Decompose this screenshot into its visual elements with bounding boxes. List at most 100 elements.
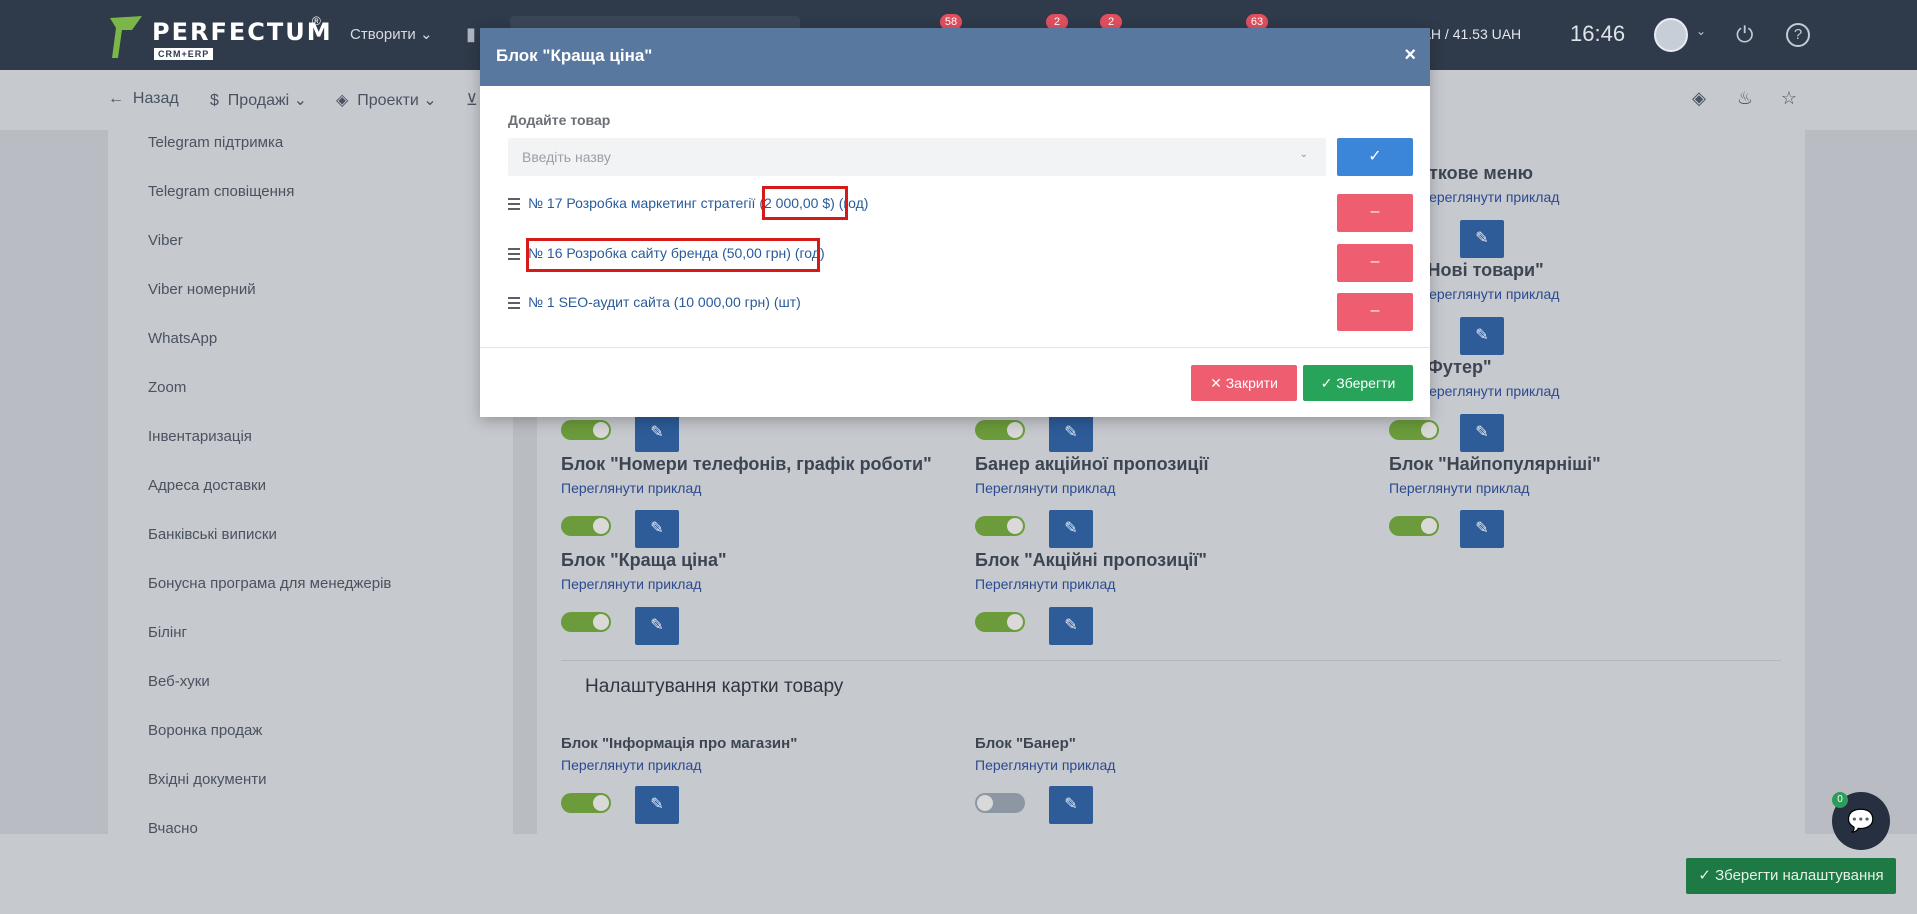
chevron-down-icon: ⌄ [1299, 149, 1308, 160]
chevron-down-icon: ⌄ [418, 92, 437, 109]
save-settings-button[interactable]: ✓ Зберегти налаштування [1686, 858, 1896, 894]
sidebar-item-bank-statements[interactable]: Банківські виписки [148, 526, 277, 543]
block-title-best-price: Блок "Краща ціна" [561, 550, 727, 570]
dollar-icon: $ [210, 92, 228, 109]
sidebar-item-delivery-address[interactable]: Адреса доставки [148, 477, 266, 494]
sidebar-item-inventory[interactable]: Інвентаризація [148, 428, 252, 445]
edit-button[interactable]: ✎ [635, 414, 679, 452]
minus-icon: – [1370, 203, 1380, 220]
sidebar-item-viber-number[interactable]: Viber номерний [148, 281, 256, 298]
sidebar-item-billing[interactable]: Білінг [148, 624, 187, 641]
projects-label: Проекти [357, 92, 419, 109]
example-link[interactable]: Переглянути приклад [1389, 480, 1529, 496]
cart-icon[interactable]: ⊻ [466, 90, 478, 110]
example-link[interactable]: Переглянути приклад [1419, 189, 1559, 205]
check-icon: ✓ [1368, 148, 1382, 165]
sidebar-item-viber[interactable]: Viber [148, 232, 183, 249]
toggle-switch[interactable] [975, 612, 1025, 632]
toggle-switch[interactable] [1389, 420, 1439, 440]
create-menu[interactable]: Створити ⌄ [350, 25, 433, 43]
modal-title: Блок "Краща ціна" [496, 46, 653, 65]
edit-button[interactable]: ✎ [1460, 414, 1504, 452]
example-link[interactable]: Переглянути приклад [975, 480, 1115, 496]
toggle-switch[interactable] [975, 793, 1025, 813]
remove-product-button[interactable]: – [1337, 293, 1413, 331]
edit-button[interactable]: ✎ [1460, 317, 1504, 355]
save-button[interactable]: ✓ Зберегти [1303, 365, 1413, 401]
star-icon[interactable]: ☆ [1778, 88, 1800, 110]
toggle-switch[interactable] [561, 516, 611, 536]
edit-button[interactable]: ✎ [1460, 510, 1504, 548]
edit-button[interactable]: ✎ [1049, 414, 1093, 452]
edit-button[interactable]: ✎ [1049, 786, 1093, 824]
projects-menu[interactable]: ◈ Проекти ⌄ [336, 90, 437, 110]
edit-button[interactable]: ✎ [635, 510, 679, 548]
chat-count-badge: 0 [1832, 792, 1848, 808]
chart-icon[interactable]: ▮ [460, 24, 482, 46]
save-button-label: Зберегти [1336, 375, 1396, 391]
remove-product-button[interactable]: – [1337, 194, 1413, 232]
edit-button[interactable]: ✎ [1049, 510, 1093, 548]
sidebar-item-whatsapp[interactable]: WhatsApp [148, 330, 217, 347]
drag-handle-icon[interactable] [508, 248, 520, 260]
drag-handle-icon[interactable] [508, 198, 520, 210]
save-settings-label: Зберегти налаштування [1715, 867, 1884, 884]
avatar[interactable] [1654, 18, 1688, 52]
drag-handle-icon[interactable] [508, 297, 520, 309]
example-link[interactable]: Переглянути приклад [561, 757, 701, 773]
close-button[interactable]: ✕ Закрити [1191, 365, 1297, 401]
back-link[interactable]: ← Назад [108, 90, 179, 108]
edit-button[interactable]: ✎ [635, 607, 679, 645]
example-link[interactable]: Переглянути приклад [975, 757, 1115, 773]
sidebar-item-telegram-notifications[interactable]: Telegram сповіщення [148, 183, 294, 200]
help-icon[interactable]: ? [1786, 23, 1810, 47]
example-link[interactable]: Переглянути приклад [1419, 286, 1559, 302]
sidebar-item-manager-bonus[interactable]: Бонусна програма для менеджерів [148, 575, 391, 592]
sidebar-item-sales-funnel[interactable]: Воронка продаж [148, 722, 262, 739]
sidebar-item-zoom[interactable]: Zoom [148, 379, 186, 396]
settings-sidebar: Telegram підтримка Telegram сповіщення V… [108, 130, 513, 837]
bottom-action-bar [0, 834, 1917, 914]
sales-menu[interactable]: $ Продажі ⌄ [210, 90, 307, 110]
product-link[interactable]: № 1 SEO-аудит сайта (10 000,00 грн) (шт) [528, 294, 801, 310]
minus-icon: – [1370, 302, 1380, 319]
block-title-banner: Блок "Банер" [975, 735, 1076, 752]
block-title-promo-offers: Блок "Акційні пропозиції" [975, 550, 1207, 570]
price-highlight-box [762, 186, 848, 220]
create-menu-label: Створити [350, 26, 416, 43]
sidebar-item-telegram-support[interactable]: Telegram підтримка [148, 134, 283, 151]
power-icon[interactable]: ⏻ [1736, 22, 1760, 47]
toggle-switch[interactable] [561, 420, 611, 440]
add-product-button[interactable]: ✓ [1337, 138, 1413, 176]
product-select[interactable]: Введіть назву ⌄ [508, 138, 1326, 176]
arrow-left-icon: ← [108, 90, 133, 107]
sidebar-item-incoming-documents[interactable]: Вхідні документи [148, 771, 267, 788]
block-title-most-popular: Блок "Найпопулярніші" [1389, 454, 1601, 474]
toggle-switch[interactable] [1389, 516, 1439, 536]
section-divider [561, 660, 1781, 661]
close-button-label: Закрити [1225, 375, 1278, 391]
layers-icon[interactable]: ◈ [1688, 88, 1710, 110]
edit-button[interactable]: ✎ [635, 786, 679, 824]
toggle-switch[interactable] [975, 516, 1025, 536]
edit-button[interactable]: ✎ [1460, 220, 1504, 258]
fire-icon[interactable]: ♨ [1734, 88, 1756, 110]
edit-button[interactable]: ✎ [1049, 607, 1093, 645]
perfectum-logo[interactable]: PERFECTUM ® CRM+ERP [108, 14, 331, 60]
check-icon: ✓ [1320, 375, 1337, 391]
chevron-down-icon[interactable]: ⌄ [1696, 24, 1706, 38]
toggle-switch[interactable] [561, 612, 611, 632]
close-icon[interactable]: × [1404, 44, 1416, 67]
remove-product-button[interactable]: – [1337, 244, 1413, 282]
chevron-down-icon: ⌄ [289, 92, 308, 109]
block-title-store-info: Блок "Інформація про магазин" [561, 735, 798, 752]
toggle-switch[interactable] [975, 420, 1025, 440]
example-link[interactable]: Переглянути приклад [1419, 383, 1559, 399]
product-highlight-box [526, 238, 820, 272]
example-link[interactable]: Переглянути приклад [975, 576, 1115, 592]
example-link[interactable]: Переглянути приклад [561, 480, 701, 496]
example-link[interactable]: Переглянути приклад [561, 576, 701, 592]
sidebar-item-webhooks[interactable]: Веб-хуки [148, 673, 210, 690]
layers-icon: ◈ [336, 92, 358, 109]
toggle-switch[interactable] [561, 793, 611, 813]
